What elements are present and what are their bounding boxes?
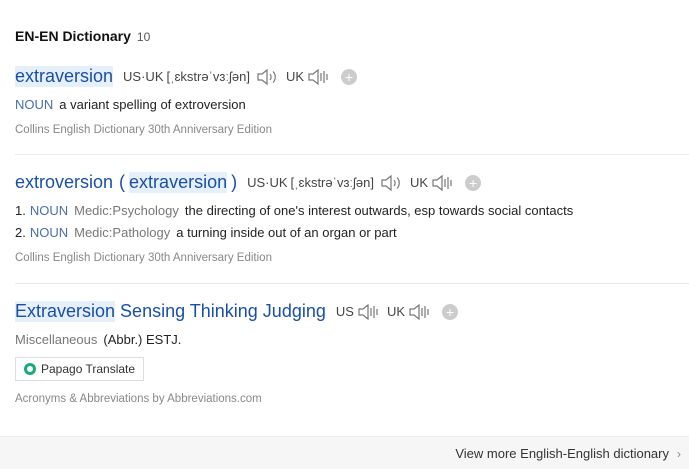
pron-region-label: US·UK <box>247 175 288 190</box>
view-more-link[interactable]: View more English-English dictionary › <box>455 446 681 461</box>
headword-link[interactable]: extroversion <box>15 172 113 193</box>
divider <box>15 154 689 155</box>
definition-row: NOUN a variant spelling of extroversion <box>15 97 689 112</box>
speaker-icon[interactable] <box>357 303 379 321</box>
pronunciation: US·UK [ˌɛkstrəˈvɜːʃən] UK + <box>247 174 482 192</box>
pron-ipa: [ˌɛkstrəˈvɜːʃən] <box>166 69 250 84</box>
definition-row: 2. NOUN Medic:Pathology a turning inside… <box>15 225 689 240</box>
subject-tag: Medic:Pathology <box>74 225 171 240</box>
add-icon[interactable]: + <box>442 303 458 320</box>
headword-link[interactable]: Extraversion <box>15 301 116 322</box>
category-label: Miscellaneous <box>15 332 98 347</box>
source-label: Collins English Dictionary 30th Annivers… <box>15 252 272 264</box>
us-label: US <box>335 304 354 319</box>
uk-label: UK <box>386 304 405 319</box>
speaker-icon[interactable] <box>256 68 278 86</box>
section-title: EN-EN Dictionary <box>15 28 131 44</box>
speaker-icon[interactable] <box>307 68 329 86</box>
entry-extroversion: extroversion ( extraversion ) US·UK [ˌɛk… <box>15 172 689 264</box>
paren-open: ( <box>119 172 126 192</box>
papago-logo-icon <box>24 363 36 375</box>
definition-text: the directing of one's interest outwards… <box>184 203 574 218</box>
entry-headline: extroversion ( extraversion ) US·UK [ˌɛk… <box>15 172 689 193</box>
part-of-speech: NOUN <box>15 97 54 112</box>
footer: View more English-English dictionary › <box>0 436 689 469</box>
variant-link[interactable]: extraversion <box>129 172 228 193</box>
pronunciation: US UK + <box>336 303 458 321</box>
definition-text: a turning inside out of an organ or part <box>176 225 397 240</box>
uk-label: UK <box>285 69 304 84</box>
definition-row: 1. NOUN Medic:Psychology the directing o… <box>15 203 689 218</box>
view-more-label: View more English-English dictionary <box>455 446 669 461</box>
part-of-speech: NOUN <box>29 203 69 218</box>
subject-tag: Medic:Psychology <box>74 203 179 218</box>
entry-extraversion-sensing: Extraversion Sensing Thinking Judging US… <box>15 301 689 405</box>
definition-text: (Abbr.) ESTJ. <box>103 332 182 347</box>
definition-number: 1. <box>15 203 26 218</box>
headword-rest[interactable]: Sensing Thinking Judging <box>120 301 326 322</box>
chevron-right-icon: › <box>677 446 681 461</box>
speaker-icon[interactable] <box>431 174 453 192</box>
speaker-icon[interactable] <box>408 303 430 321</box>
papago-translate-button[interactable]: Papago Translate <box>15 357 145 381</box>
pron-region-label: US·UK <box>123 69 164 84</box>
definition-row: Miscellaneous (Abbr.) ESTJ. <box>15 332 689 347</box>
paren-close: ) <box>231 172 238 192</box>
definition-number: 2. <box>15 225 26 240</box>
add-icon[interactable]: + <box>465 174 482 191</box>
papago-label: Papago Translate <box>41 362 136 376</box>
entry-headline: Extraversion Sensing Thinking Judging US… <box>15 301 689 322</box>
uk-label: UK <box>409 175 429 190</box>
source-label: Acronyms & Abbreviations by Abbreviation… <box>15 393 262 405</box>
headword-link[interactable]: extraversion <box>15 66 114 87</box>
section-header: EN-EN Dictionary 10 <box>15 28 150 44</box>
pronunciation: US·UK [ˌɛkstrəˈvɜːʃən] UK + <box>123 68 357 86</box>
entry-headline: extraversion US·UK [ˌɛkstrəˈvɜːʃən] UK + <box>15 66 689 87</box>
pron-ipa: [ˌɛkstrəˈvɜːʃən] <box>290 175 374 190</box>
part-of-speech: NOUN <box>29 225 69 240</box>
result-count: 10 <box>136 30 151 44</box>
entry-extraversion: extraversion US·UK [ˌɛkstrəˈvɜːʃən] UK +… <box>15 66 689 136</box>
divider <box>15 283 689 284</box>
source-label: Collins English Dictionary 30th Annivers… <box>15 124 272 136</box>
speaker-icon[interactable] <box>380 174 402 192</box>
definition-text: a variant spelling of extroversion <box>59 97 246 112</box>
add-icon[interactable]: + <box>341 68 357 85</box>
